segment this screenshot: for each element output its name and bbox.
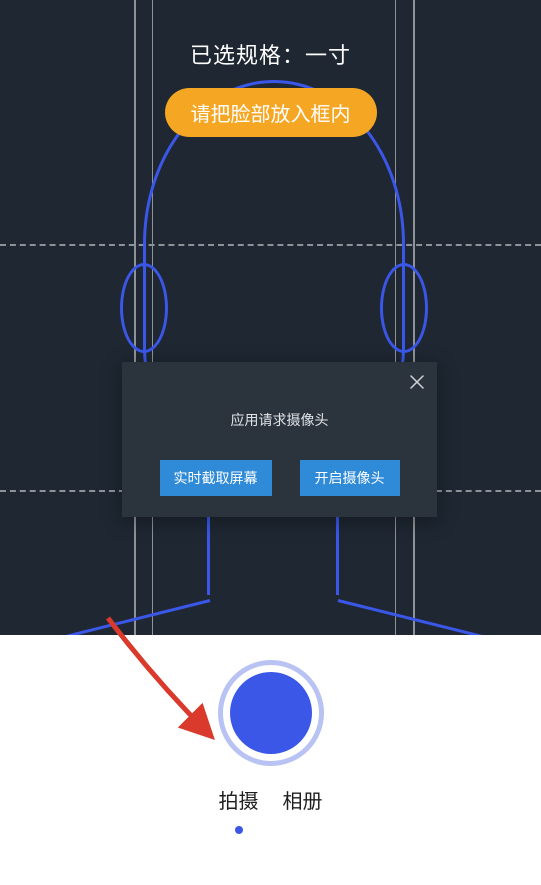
guide-vertical-left-inner (152, 0, 153, 635)
face-outline-shoulder-right (338, 599, 541, 635)
selected-spec-label: 已选规格：一寸 (0, 38, 541, 70)
camera-permission-modal: 应用请求摄像头 实时截取屏幕 开启摄像头 (122, 362, 437, 517)
shutter-button-inner (230, 672, 312, 754)
capture-screen-button[interactable]: 实时截取屏幕 (160, 460, 272, 496)
camera-viewport: 已选规格：一寸 请把脸部放入框内 应用请求摄像头 实时截取屏幕 开启摄像头 (0, 0, 541, 635)
guide-horizontal-upper (0, 244, 541, 246)
face-outline-ear-right (380, 263, 428, 353)
open-camera-button[interactable]: 开启摄像头 (300, 460, 400, 496)
face-hint-pill: 请把脸部放入框内 (165, 88, 377, 137)
close-icon[interactable] (403, 368, 431, 396)
shutter-button[interactable] (218, 660, 324, 766)
mode-tabs: 拍摄 相册 (0, 785, 541, 828)
face-outline-shoulder-left (0, 599, 210, 635)
modal-actions: 实时截取屏幕 开启摄像头 (122, 460, 437, 496)
tab-shoot[interactable]: 拍摄 (219, 785, 259, 828)
modal-title: 应用请求摄像头 (122, 410, 437, 430)
guide-vertical-left-outer (134, 0, 136, 635)
guide-vertical-right-outer (413, 0, 415, 635)
tab-album[interactable]: 相册 (283, 785, 323, 828)
bottom-bar: 拍摄 相册 (0, 635, 541, 885)
guide-vertical-right-inner (395, 0, 396, 635)
face-outline-ear-left (120, 263, 168, 353)
